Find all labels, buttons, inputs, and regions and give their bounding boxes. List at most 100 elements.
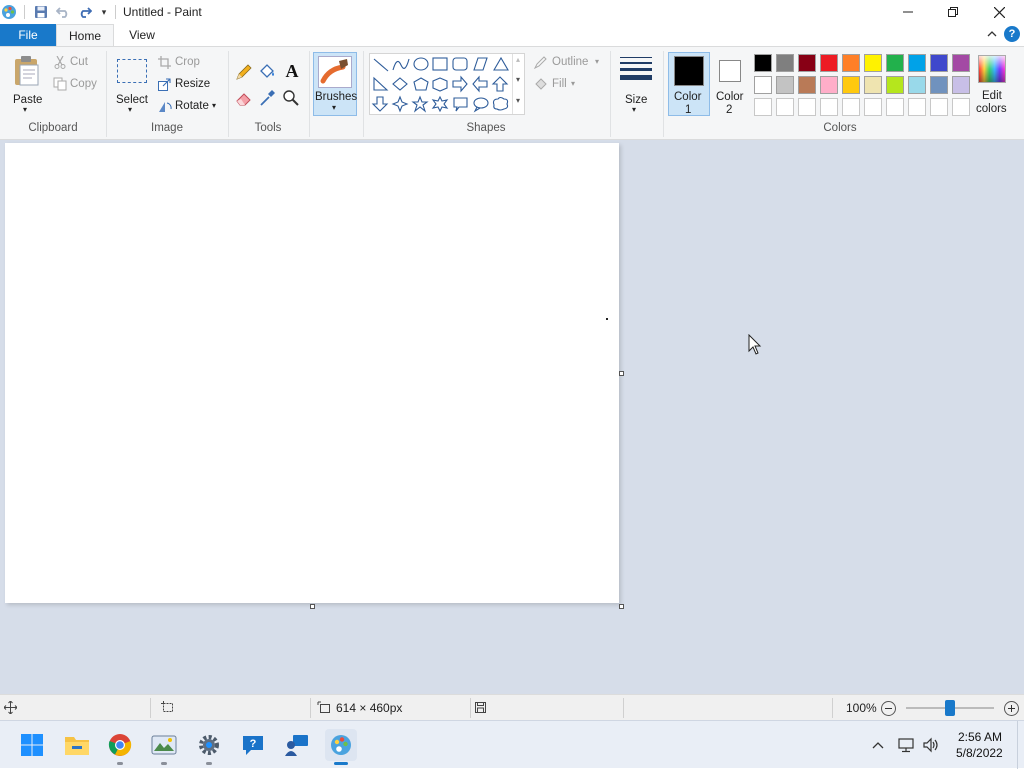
group-separator: [106, 51, 107, 137]
custom-color-slot[interactable]: [820, 98, 838, 116]
custom-color-slot[interactable]: [952, 98, 970, 116]
taskbar-settings[interactable]: [193, 729, 225, 765]
zoom-in-button[interactable]: [1004, 701, 1019, 716]
zoom-slider-thumb[interactable]: [945, 700, 955, 716]
show-hidden-icons[interactable]: [870, 737, 886, 753]
volume-icon[interactable]: [922, 736, 940, 754]
workspace: [0, 140, 1024, 694]
paint-app-icon[interactable]: [1, 4, 17, 20]
color-swatch[interactable]: [776, 76, 794, 94]
save-icon[interactable]: [33, 4, 49, 20]
clock-time[interactable]: 2:56 AM: [958, 730, 1002, 744]
color-swatch[interactable]: [776, 54, 794, 72]
cut-button[interactable]: Cut: [52, 54, 102, 72]
tab-file[interactable]: File: [0, 24, 56, 46]
outline-icon: [533, 56, 547, 70]
scroll-down-icon[interactable]: ▾: [516, 75, 520, 84]
redo-icon[interactable]: [77, 4, 93, 20]
fill-tool[interactable]: [257, 62, 277, 82]
custom-color-slot[interactable]: [908, 98, 926, 116]
color-swatch[interactable]: [798, 54, 816, 72]
taskbar-file-explorer[interactable]: [61, 729, 93, 761]
color2-button[interactable]: Color 2: [712, 52, 750, 116]
customize-quick-access-icon[interactable]: ▾: [96, 4, 112, 20]
edit-colors-label-line1: Edit: [982, 90, 1002, 102]
color-swatch[interactable]: [842, 76, 860, 94]
eraser-tool[interactable]: [234, 88, 254, 108]
pencil-tool[interactable]: [234, 62, 254, 82]
color-swatch[interactable]: [886, 76, 904, 94]
custom-color-slot[interactable]: [864, 98, 882, 116]
crop-button[interactable]: Crop: [156, 54, 216, 72]
resize-handle-bottom[interactable]: [310, 604, 315, 609]
taskbar-get-help[interactable]: ?: [237, 729, 269, 761]
color-swatch[interactable]: [754, 54, 772, 72]
taskbar-paint[interactable]: [325, 729, 357, 765]
color2-label-line1: Color: [716, 91, 744, 103]
fill-button[interactable]: Fill ▾: [531, 76, 591, 94]
resize-handle-corner[interactable]: [619, 604, 624, 609]
color-swatch[interactable]: [864, 76, 882, 94]
edit-colors-button[interactable]: Edit colors: [974, 52, 1012, 116]
custom-color-slot[interactable]: [798, 98, 816, 116]
select-button[interactable]: Select ▾: [112, 51, 152, 115]
custom-color-slot[interactable]: [776, 98, 794, 116]
copy-label: Copy: [70, 78, 97, 90]
tab-view[interactable]: View: [120, 24, 164, 46]
help-icon[interactable]: ?: [1004, 26, 1020, 42]
resize-button[interactable]: Resize: [156, 76, 216, 94]
color1-button[interactable]: Color 1: [668, 52, 710, 116]
show-desktop-button[interactable]: [1017, 721, 1024, 769]
custom-color-slot[interactable]: [930, 98, 948, 116]
maximize-button[interactable]: [930, 0, 976, 24]
color-swatch[interactable]: [930, 76, 948, 94]
text-tool[interactable]: A: [281, 60, 303, 82]
fill-label: Fill: [552, 78, 567, 90]
color-swatch[interactable]: [820, 54, 838, 72]
color-swatch[interactable]: [820, 76, 838, 94]
minimize-button[interactable]: [885, 0, 931, 24]
custom-color-slot[interactable]: [842, 98, 860, 116]
taskbar-quick-assist[interactable]: [281, 729, 313, 761]
ribbon: Paste ▾ Cut Copy Clipboard Select ▾ Crop…: [0, 46, 1024, 140]
clock-date[interactable]: 5/8/2022: [956, 746, 1003, 760]
taskbar-chrome[interactable]: [104, 729, 136, 765]
color-swatch[interactable]: [864, 54, 882, 72]
tab-home[interactable]: Home: [56, 24, 114, 46]
outline-button[interactable]: Outline ▾: [531, 54, 603, 72]
color-picker-tool[interactable]: [257, 88, 277, 108]
network-icon[interactable]: [897, 736, 915, 754]
color-swatch[interactable]: [798, 76, 816, 94]
zoom-out-button[interactable]: [881, 701, 896, 716]
size-button[interactable]: Size ▾: [615, 51, 657, 115]
color-swatch[interactable]: [952, 76, 970, 94]
taskbar-photos[interactable]: [148, 729, 180, 765]
gallery-expand-icon[interactable]: ▾: [516, 96, 520, 105]
color-swatch[interactable]: [842, 54, 860, 72]
ribbon-tabs: File Home View ?: [0, 24, 1024, 46]
color-swatch[interactable]: [930, 54, 948, 72]
close-button[interactable]: [976, 0, 1022, 24]
magnifier-tool[interactable]: [281, 88, 301, 108]
custom-color-slot[interactable]: [886, 98, 904, 116]
color-swatch[interactable]: [908, 76, 926, 94]
paste-button[interactable]: Paste ▾: [6, 51, 48, 115]
color-swatch[interactable]: [908, 54, 926, 72]
color-swatch[interactable]: [754, 76, 772, 94]
minimize-ribbon-icon[interactable]: [985, 27, 999, 41]
resize-handle-right[interactable]: [619, 371, 624, 376]
group-separator: [610, 51, 611, 137]
brushes-button[interactable]: Brushes ▾: [313, 52, 357, 116]
drawing-canvas[interactable]: [5, 143, 619, 603]
custom-color-slot[interactable]: [754, 98, 772, 116]
scroll-up-icon[interactable]: ▴: [516, 55, 520, 64]
color-swatch[interactable]: [952, 54, 970, 72]
shapes-scrollbar[interactable]: ▴ ▾ ▾: [512, 54, 525, 114]
color1-label-line1: Color: [674, 91, 702, 103]
start-button[interactable]: [16, 729, 48, 761]
copy-button[interactable]: Copy: [52, 76, 102, 94]
undo-icon[interactable]: [55, 4, 71, 20]
cursor-position-icon: [4, 701, 17, 714]
rotate-button[interactable]: Rotate ▾: [156, 98, 224, 116]
color-swatch[interactable]: [886, 54, 904, 72]
